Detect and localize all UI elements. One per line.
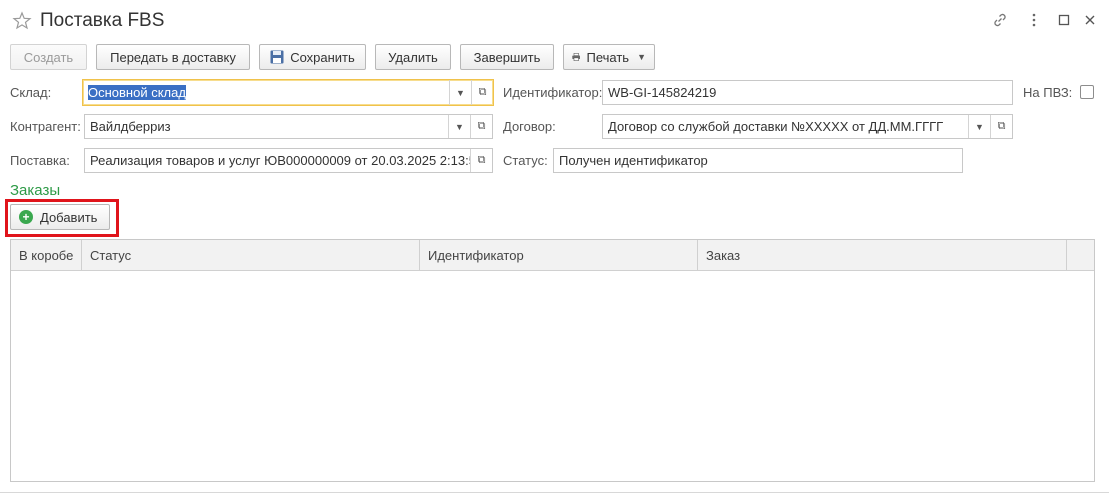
- identifier-label: Идентификатор:: [503, 85, 603, 100]
- supply-value: Реализация товаров и услуг ЮВ000000009 о…: [90, 153, 470, 168]
- column-header-order[interactable]: Заказ: [698, 240, 1067, 271]
- finish-button[interactable]: Завершить: [460, 44, 554, 70]
- dropdown-arrow-icon[interactable]: ▼: [448, 115, 470, 138]
- counterparty-label: Контрагент:: [10, 119, 81, 134]
- identifier-field[interactable]: WB-GI-145824219: [602, 80, 1013, 105]
- column-header-extra: [1067, 240, 1095, 271]
- footer-divider: [0, 492, 1109, 493]
- status-field: Получен идентификатор: [553, 148, 963, 173]
- status-label: Статус:: [503, 153, 548, 168]
- send-to-delivery-button[interactable]: Передать в доставку: [96, 44, 250, 70]
- floppy-disk-icon: [270, 50, 284, 64]
- add-order-button[interactable]: + Добавить: [10, 204, 110, 230]
- pvz-checkbox[interactable]: [1080, 85, 1094, 99]
- link-icon[interactable]: [990, 10, 1010, 30]
- maximize-icon[interactable]: [1054, 10, 1074, 30]
- contract-label: Договор:: [503, 119, 556, 134]
- table-header: В коробе Статус Идентификатор Заказ: [11, 240, 1094, 271]
- open-link-icon[interactable]: ⧉: [471, 80, 493, 105]
- plus-circle-icon: +: [19, 210, 33, 224]
- favorite-star-icon[interactable]: [12, 11, 32, 31]
- delete-button-label: Удалить: [388, 49, 438, 65]
- identifier-value: WB-GI-145824219: [608, 85, 717, 100]
- contract-value: Договор со службой доставки №XXXXX от ДД…: [608, 119, 944, 134]
- counterparty-field[interactable]: Вайлдберриз ▼ ⧉: [84, 114, 493, 139]
- window-title: Поставка FBS: [40, 10, 165, 31]
- save-button[interactable]: Сохранить: [259, 44, 366, 70]
- print-button-label: Печать: [586, 49, 630, 65]
- orders-table[interactable]: В коробе Статус Идентификатор Заказ: [10, 239, 1095, 482]
- open-link-icon[interactable]: ⧉: [990, 115, 1012, 138]
- column-header-identifier[interactable]: Идентификатор: [420, 240, 698, 271]
- orders-section-title: Заказы: [10, 182, 61, 199]
- open-link-icon[interactable]: ⧉: [470, 149, 492, 172]
- dropdown-arrow-icon[interactable]: ▼: [449, 80, 471, 105]
- close-icon[interactable]: [1080, 10, 1100, 30]
- open-link-icon[interactable]: ⧉: [470, 115, 492, 138]
- dropdown-arrow-icon[interactable]: ▼: [968, 115, 990, 138]
- chevron-down-icon: ▼: [637, 52, 646, 62]
- column-header-status[interactable]: Статус: [82, 240, 420, 271]
- counterparty-value: Вайлдберриз: [90, 119, 171, 134]
- contract-field[interactable]: Договор со службой доставки №XXXXX от ДД…: [602, 114, 1013, 139]
- finish-button-label: Завершить: [473, 49, 541, 65]
- save-button-label: Сохранить: [290, 49, 355, 65]
- supply-label: Поставка:: [10, 153, 70, 168]
- printer-icon: [572, 53, 581, 61]
- warehouse-field[interactable]: Основной склад ▼ ⧉: [82, 79, 494, 106]
- create-button[interactable]: Создать: [10, 44, 87, 70]
- send-to-delivery-label: Передать в доставку: [110, 49, 236, 65]
- delete-button[interactable]: Удалить: [375, 44, 451, 70]
- create-button-label: Создать: [23, 49, 74, 65]
- more-menu-icon[interactable]: [1024, 10, 1044, 30]
- warehouse-value: Основной склад: [88, 85, 186, 100]
- column-header-in-box[interactable]: В коробе: [11, 240, 82, 271]
- warehouse-label: Склад:: [10, 85, 52, 100]
- supply-field[interactable]: Реализация товаров и услуг ЮВ000000009 о…: [84, 148, 493, 173]
- print-button[interactable]: Печать ▼: [563, 44, 655, 70]
- status-value: Получен идентификатор: [559, 153, 708, 168]
- pvz-label: На ПВЗ:: [1023, 85, 1073, 100]
- add-order-button-label: Добавить: [40, 209, 98, 225]
